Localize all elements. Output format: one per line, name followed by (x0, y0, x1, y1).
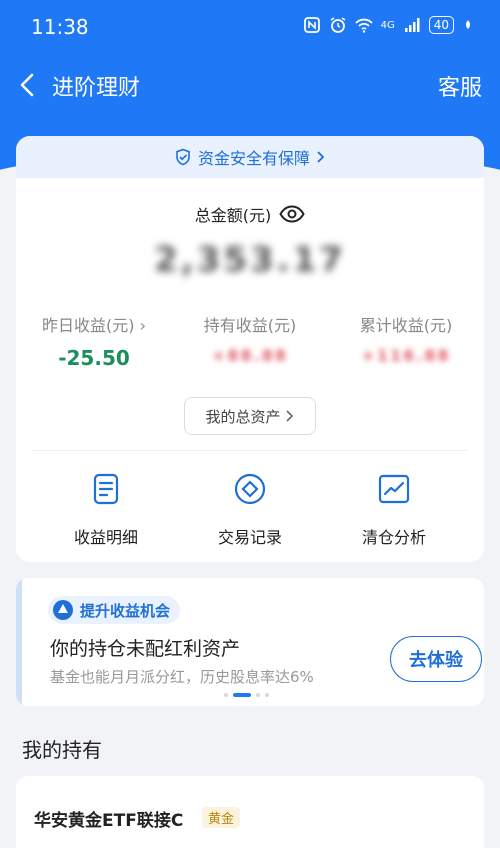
customer-service-link[interactable]: 客服 (438, 70, 482, 102)
nfc-icon (303, 17, 320, 33)
eye-icon[interactable] (279, 205, 305, 223)
action-liquidation-analysis[interactable]: 清仓分析 (316, 472, 472, 548)
total-assets-button[interactable]: 我的总资产 (184, 397, 316, 435)
battery-indicator: 40 (428, 16, 454, 34)
signal-icon (404, 18, 420, 32)
page-title: 进阶理财 (52, 76, 141, 101)
holding-earnings-label: 持有收益(元) (203, 316, 297, 335)
diamond-circle-icon (234, 473, 266, 505)
action-earnings-detail[interactable]: 收益明细 (28, 472, 184, 548)
promo-card[interactable]: 提升收益机会 你的持仓未配红利资产 基金也能月月派分红，历史股息率达6% 去体验 (16, 578, 484, 706)
asset-summary-card: 资金安全有保障 总金额(元) 2,353.17 昨日收益(元) › -25.50… (16, 136, 484, 562)
cumulative-earnings-value: +116.88 (361, 346, 451, 365)
promo-subtitle: 基金也能月月派分红，历史股息率达6% (50, 668, 314, 686)
back-arrow-icon[interactable] (16, 72, 40, 98)
total-amount-label-row: 总金额(元) (16, 202, 484, 226)
yesterday-earnings-label: 昨日收益(元) (42, 316, 135, 335)
carousel-dot (224, 693, 228, 697)
fund-name: 华安黄金ETF联接C (34, 811, 184, 831)
action-label: 交易记录 (217, 528, 282, 547)
yesterday-earnings-value: -25.50 (58, 346, 130, 370)
promo-accent-bar (16, 578, 22, 706)
action-label: 收益明细 (73, 528, 138, 547)
total-amount-label: 总金额(元) (194, 206, 272, 225)
carousel-dot-active (233, 693, 251, 697)
status-bar: 11:38 4G 40 (0, 0, 500, 56)
security-banner[interactable]: 资金安全有保障 (16, 136, 484, 178)
promo-tag: 提升收益机会 (48, 596, 181, 624)
chart-icon (378, 474, 410, 504)
action-label: 清仓分析 (361, 528, 426, 547)
shield-check-icon (176, 148, 190, 166)
divider (32, 450, 468, 451)
try-now-button[interactable]: 去体验 (390, 636, 482, 682)
network-type: 4G (380, 19, 395, 31)
leaf-icon (466, 20, 470, 29)
promo-title: 你的持仓未配红利资产 (50, 638, 241, 660)
total-amount-value: 2,353.17 (154, 240, 346, 280)
holding-earnings: 持有收益(元) +88.88 (172, 312, 328, 365)
action-transaction-records[interactable]: 交易记录 (172, 472, 328, 548)
yesterday-earnings[interactable]: 昨日收益(元) › -25.50 (16, 312, 172, 370)
holding-earnings-value: +88.88 (211, 346, 288, 365)
security-text: 资金安全有保障 (197, 149, 310, 168)
document-icon (93, 473, 119, 505)
triangle-up-icon (53, 600, 73, 620)
cumulative-earnings-label: 累计收益(元) (359, 316, 453, 335)
chevron-right-icon (285, 410, 293, 422)
promo-tag-label: 提升收益机会 (80, 601, 171, 620)
holding-card[interactable]: 华安黄金ETF联接C 黄金 (16, 776, 484, 848)
section-title: 我的持有 (22, 738, 102, 762)
fund-category-badge: 黄金 (202, 807, 241, 828)
cumulative-earnings: 累计收益(元) +116.88 (328, 312, 484, 365)
carousel-dot (256, 693, 260, 697)
nav-bar: 进阶理财 客服 (0, 60, 500, 110)
chevron-right-icon (317, 151, 325, 163)
carousel-dot (265, 693, 269, 697)
total-assets-label: 我的总资产 (205, 407, 281, 426)
status-icons: 4G 40 (303, 16, 474, 34)
chevron-right-icon: › (139, 316, 146, 335)
carousel-dots (224, 693, 269, 697)
alarm-icon (330, 17, 346, 33)
wifi-icon (354, 18, 373, 33)
status-time: 11:38 (31, 15, 89, 39)
